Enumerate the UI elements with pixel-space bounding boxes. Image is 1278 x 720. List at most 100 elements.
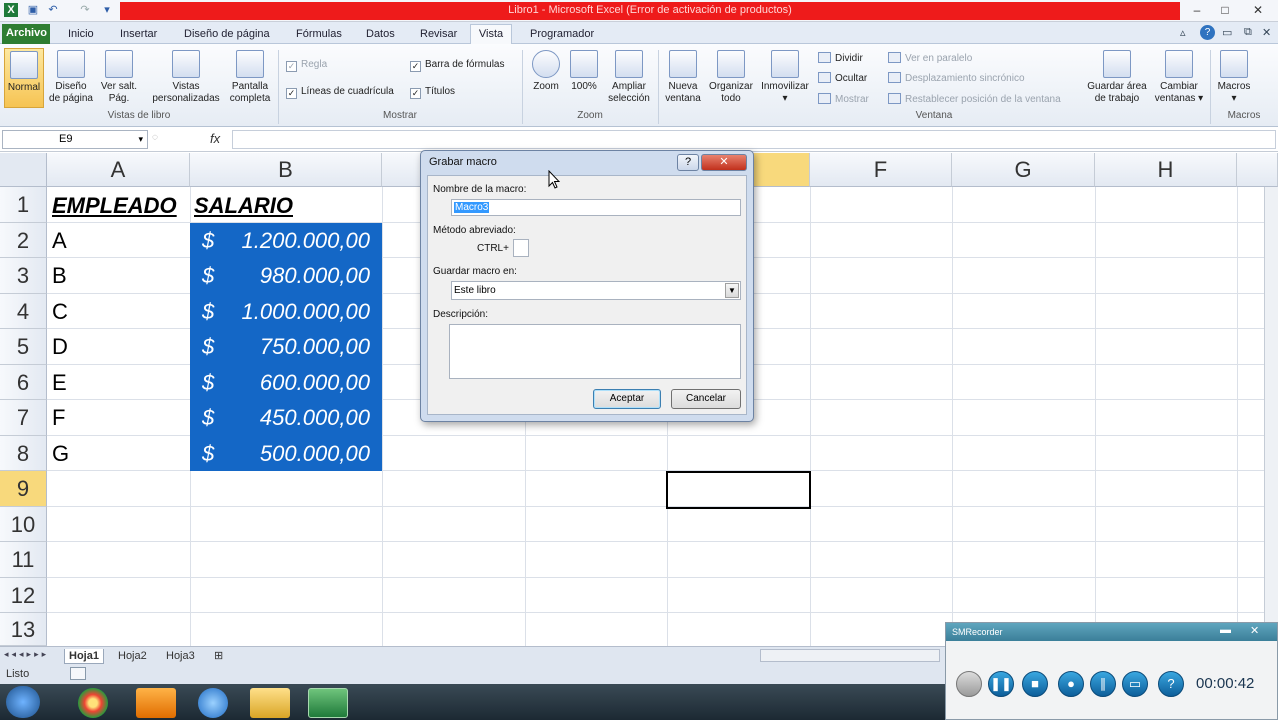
tab-inicio[interactable]: Inicio [64,25,98,43]
custom-views-button[interactable]: Vistas personalizadas [148,50,224,105]
row-header[interactable]: 13 [0,613,47,646]
unhide-button[interactable]: Mostrar [818,93,869,106]
file-explorer-icon[interactable] [250,688,290,718]
row-header[interactable]: 2 [0,223,47,258]
column-header[interactable]: A [47,153,190,187]
accept-button[interactable]: Aceptar [593,389,661,409]
employee-cell[interactable]: C [52,294,68,329]
pause-icon[interactable]: ❚❚ [988,671,1014,697]
salary-cell[interactable]: $750.000,00 [190,329,382,364]
close-workbook-icon[interactable]: ✕ [1262,26,1271,39]
macros-button[interactable]: Macros ▾ [1212,50,1256,105]
sheet-tab-hoja3[interactable]: Hoja3 [162,649,199,664]
tab-archivo[interactable]: Archivo [2,24,50,44]
full-screen-button[interactable]: Pantalla completa [224,50,276,105]
column-header[interactable]: G [952,153,1095,187]
redo-icon[interactable]: ↷ [78,3,92,17]
internet-explorer-icon[interactable] [198,688,228,718]
close-dialog-button[interactable]: ✕ [701,154,747,171]
select-all-corner[interactable] [0,153,47,187]
freeze-panes-button[interactable]: Inmovilizar ▾ [756,50,814,105]
restore-workbook-icon[interactable]: ▭ [1222,26,1232,39]
save-icon[interactable]: ▣ [26,3,40,17]
row-header[interactable]: 3 [0,258,47,294]
start-orb-icon[interactable] [6,686,40,718]
tab-datos[interactable]: Datos [362,25,399,43]
row-header[interactable]: 12 [0,578,47,613]
page-break-preview-button[interactable]: Ver salt. Pág. [96,50,142,105]
tab-diseno-pagina[interactable]: Diseño de página [180,25,274,43]
tab-revisar[interactable]: Revisar [416,25,461,43]
row-header[interactable]: 4 [0,294,47,329]
row-header[interactable]: 7 [0,400,47,436]
macro-name-input[interactable]: Macro3 [451,199,741,216]
ruler-checkbox[interactable]: ✓ Regla [286,59,327,72]
salary-cell[interactable]: $980.000,00 [190,258,382,293]
row-header[interactable]: 9 [0,471,47,507]
employee-cell[interactable]: F [52,400,65,435]
cancel-button[interactable]: Cancelar [671,389,741,409]
headings-checkbox[interactable]: ✓ Títulos [410,86,455,99]
minimize-button[interactable]: – [1184,1,1210,19]
chrome-icon[interactable] [78,688,108,718]
tab-vista[interactable]: Vista [470,24,512,45]
new-window-button[interactable]: Nueva ventana [660,50,706,105]
arrange-all-button[interactable]: Organizar todo [706,50,756,105]
tab-insertar[interactable]: Insertar [116,25,161,43]
folder-icon[interactable]: ▭ [1122,671,1148,697]
salary-cell[interactable]: $1.200.000,00 [190,223,382,258]
store-macro-select[interactable]: Este libro ▼ [451,281,741,300]
salary-cell[interactable]: $500.000,00 [190,436,382,471]
page-layout-view-button[interactable]: Diseño de página [48,50,94,105]
row-header[interactable]: 10 [0,507,47,542]
salary-cell[interactable]: $1.000.000,00 [190,294,382,329]
switch-windows-button[interactable]: Cambiar ventanas ▾ [1152,50,1206,105]
name-box[interactable]: E9 ▾ [2,130,148,149]
split-button[interactable]: Dividir [818,52,863,65]
stop-icon[interactable]: ■ [1022,671,1048,697]
save-workspace-button[interactable]: Guardar área de trabajo [1082,50,1152,105]
formula-bar-resize-icon[interactable]: ◌ [152,132,158,143]
sheet-nav-arrows-icon[interactable]: ◂◂◂▸▸▸ [4,649,49,660]
sync-scroll-button[interactable]: Desplazamiento sincrónico [888,72,1025,85]
recorder-close-icon[interactable]: ✕ [1250,624,1259,637]
recorder-help-icon[interactable]: ? [1158,671,1184,697]
hide-button[interactable]: Ocultar [818,72,867,85]
active-cell-selection[interactable] [666,471,811,509]
normal-view-button[interactable]: Normal [4,48,44,108]
salary-cell[interactable]: $450.000,00 [190,400,382,435]
recorder-minimize-icon[interactable]: ▬ [1220,624,1231,636]
employee-cell[interactable]: G [52,436,69,471]
employee-cell[interactable]: B [52,258,67,293]
gridlines-checkbox[interactable]: ✓ Líneas de cuadrícula [286,86,394,99]
media-player-icon[interactable] [136,688,176,718]
excel-taskbar-icon[interactable] [308,688,348,718]
undo-icon[interactable]: ↶ [46,3,60,17]
header-cell-employee[interactable]: EMPLEADO [52,188,177,223]
row-header[interactable]: 5 [0,329,47,365]
tab-formulas[interactable]: Fórmulas [292,25,346,43]
column-header[interactable]: B [190,153,382,187]
sheet-tab-hoja1[interactable]: Hoja1 [64,649,104,664]
close-window-button[interactable]: ✕ [1240,1,1276,19]
reset-position-button[interactable]: Restablecer posición de la ventana [888,93,1061,106]
customize-quick-access-icon[interactable]: ▾ [100,3,114,17]
formula-input[interactable] [232,130,1276,149]
help-button[interactable]: ? [677,154,699,171]
header-cell-salary[interactable]: SALARIO [194,188,293,223]
row-header[interactable]: 6 [0,365,47,400]
employee-cell[interactable]: A [52,223,67,258]
column-header[interactable] [1237,153,1278,187]
zoom-button[interactable]: Zoom [526,50,566,93]
formula-bar-checkbox[interactable]: ✓ Barra de fórmulas [410,59,504,72]
restore-workbook-icon-2[interactable]: ⧉ [1244,26,1252,39]
shortcut-key-input[interactable] [513,239,529,257]
macro-record-icon[interactable] [70,667,86,680]
help-icon[interactable]: ? [1200,25,1215,40]
maximize-button[interactable]: □ [1212,1,1238,19]
vertical-scrollbar[interactable] [1264,187,1278,646]
description-textarea[interactable] [449,324,741,379]
salary-cell[interactable]: $600.000,00 [190,365,382,400]
insert-sheet-icon[interactable]: ⊞ [210,649,227,664]
row-header[interactable]: 11 [0,542,47,578]
